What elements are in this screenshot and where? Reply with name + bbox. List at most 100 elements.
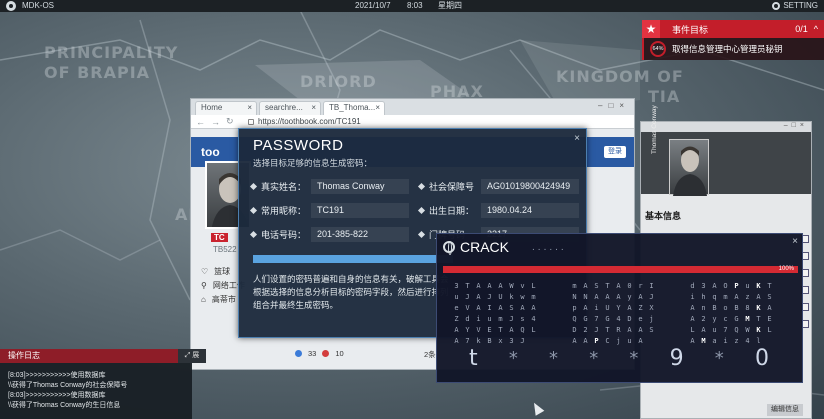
cipher-char: A <box>509 326 514 334</box>
info-field-nickname[interactable]: 常用昵称： TC191 <box>249 203 409 218</box>
cipher-char: j <box>649 315 654 323</box>
comment-count: 2条 <box>424 350 436 359</box>
cipher-char: A <box>498 282 503 290</box>
close-icon[interactable]: × <box>375 102 380 114</box>
location-icon: ⚲ <box>201 281 207 290</box>
cipher-char: A <box>627 304 632 312</box>
info-field-phone[interactable]: 电话号码： 201-385-822 <box>249 227 409 242</box>
cipher-char: A <box>605 293 610 301</box>
cipher-grid-middle: mASTA0rINNAAAyAJpAiUYAZXQG7G4DejD2JTRAAS… <box>569 282 657 348</box>
cracked-password-display: t * * * * 9 * 0 <box>469 346 769 371</box>
close-icon[interactable]: × <box>792 236 798 247</box>
dislike-icon[interactable] <box>322 350 330 357</box>
url-text[interactable]: https://toothbook.com/TC191 <box>258 117 361 126</box>
star-icon: ★ <box>642 20 660 38</box>
field-value: Thomas Conway <box>311 179 409 194</box>
cipher-char: O <box>723 282 728 290</box>
tab-home[interactable]: Home × <box>195 101 257 115</box>
cipher-char: Z <box>638 304 643 312</box>
cipher-char: K <box>756 326 761 334</box>
diamond-icon <box>249 182 258 191</box>
expand-button[interactable]: ⤢ 展 <box>178 349 206 363</box>
map-label: OF BRAPIA <box>44 63 151 82</box>
cipher-char: y <box>627 293 632 301</box>
cipher-char: S <box>649 326 654 334</box>
edit-info-button[interactable]: 编辑信息 <box>767 404 803 416</box>
crack-progress-bar <box>443 266 798 273</box>
cipher-char: 0 <box>627 282 632 290</box>
cipher-char: R <box>616 326 621 334</box>
cipher-char: u <box>712 326 717 334</box>
log-header: 操作日志 ⤢ 展 <box>0 349 206 363</box>
window-controls[interactable]: –□× <box>598 101 630 110</box>
cipher-char: 3 <box>701 282 706 290</box>
cipher-char: S <box>594 282 599 290</box>
close-icon[interactable]: × <box>311 102 316 114</box>
event-objective-panel: ★ 事件目标 0/1 ^ 64% 取得信息管理中心管理员秘钥 <box>642 20 824 61</box>
cipher-char: A <box>476 293 481 301</box>
tab-label: TB_Thoma... <box>329 103 376 112</box>
crack-header: CRACK ...... <box>443 239 567 255</box>
cipher-char: U <box>605 304 610 312</box>
map-label: TIA <box>648 87 681 106</box>
back-arrow-icon[interactable]: ← <box>196 117 206 127</box>
cipher-char: I <box>649 282 654 290</box>
password-subtitle: 选择目标足够的信息生成密码： <box>253 158 373 168</box>
site-logo[interactable]: too <box>201 145 220 159</box>
operation-log-panel: 操作日志 ⤢ 展 [8:03]>>>>>>>>>>>使用数据库 \\获得了Tho… <box>0 349 206 419</box>
crack-panel: CRACK ...... × 100% 3TAAAWvLuJAJUkwmeVAI… <box>436 233 803 383</box>
tab-profile[interactable]: TB_Thoma... × <box>323 101 385 115</box>
cipher-char: u <box>454 293 459 301</box>
cipher-char: A <box>638 293 643 301</box>
cipher-char: o <box>723 304 728 312</box>
crack-progress-percent: 100% <box>778 266 794 272</box>
close-icon[interactable]: × <box>574 133 580 144</box>
gear-icon <box>772 2 781 10</box>
field-label: 出生日期： <box>429 206 475 216</box>
cipher-char: A <box>701 326 706 334</box>
cipher-char: Y <box>616 304 621 312</box>
cipher-char: e <box>638 315 643 323</box>
info-field-birthday[interactable]: 出生日期： 1980.04.24 <box>417 203 579 218</box>
diamond-icon <box>249 206 258 215</box>
cipher-char: Q <box>572 315 577 323</box>
info-field-ssn[interactable]: 社会保障号 AG01019800424949 <box>417 179 579 194</box>
refresh-icon[interactable]: ↻ <box>226 116 236 127</box>
setting-button[interactable]: SETTING <box>772 0 818 12</box>
chevron-up-icon[interactable]: ^ <box>814 24 818 34</box>
cipher-char: i <box>594 304 599 312</box>
info-field-name[interactable]: 真实姓名： Thomas Conway <box>249 179 409 194</box>
cipher-char: A <box>712 282 717 290</box>
cipher-char: W <box>745 326 750 334</box>
cipher-char: T <box>756 315 761 323</box>
address-bar: ← → ↻ https://toothbook.com/TC191 <box>191 115 634 129</box>
like-icon[interactable] <box>295 350 302 357</box>
lock-icon <box>248 118 254 125</box>
field-label: 社会保障号 <box>429 182 475 192</box>
cipher-char: J <box>465 293 470 301</box>
masked-digit: * <box>589 348 599 369</box>
log-line: [8:03]>>>>>>>>>>>使用数据库 <box>8 372 106 379</box>
list-item-label: 高蒂市 <box>211 295 236 304</box>
cipher-char: A <box>638 326 643 334</box>
close-icon[interactable]: × <box>247 102 252 114</box>
cipher-char: z <box>745 293 750 301</box>
cipher-grid-right: d3AOPuKTihqmAzASAnBoB8KAA2ycGMTELAu7QWKL… <box>687 282 775 348</box>
browser-tab-bar: Home × searchre... × TB_Thoma... × –□× <box>191 99 634 115</box>
cipher-char: V <box>465 304 470 312</box>
tab-search-results[interactable]: searchre... × <box>259 101 321 115</box>
field-label: 常用昵称： <box>261 206 307 216</box>
cipher-char: U <box>498 293 503 301</box>
tab-label: searchre... <box>265 103 303 112</box>
objective-header[interactable]: ★ 事件目标 0/1 ^ <box>642 20 824 38</box>
log-line: \\获得了Thomas Conway的社会保障号 <box>8 382 128 389</box>
list-item-label: 篮球 <box>214 267 231 276</box>
cipher-char: n <box>701 304 706 312</box>
login-button[interactable]: 登录 <box>604 146 626 158</box>
window-controls[interactable]: –□× <box>784 122 808 129</box>
cipher-char: J <box>594 326 599 334</box>
cipher-char: Y <box>465 326 470 334</box>
forward-arrow-icon[interactable]: → <box>211 117 221 127</box>
cipher-char: r <box>638 282 643 290</box>
cipher-char: N <box>572 293 577 301</box>
